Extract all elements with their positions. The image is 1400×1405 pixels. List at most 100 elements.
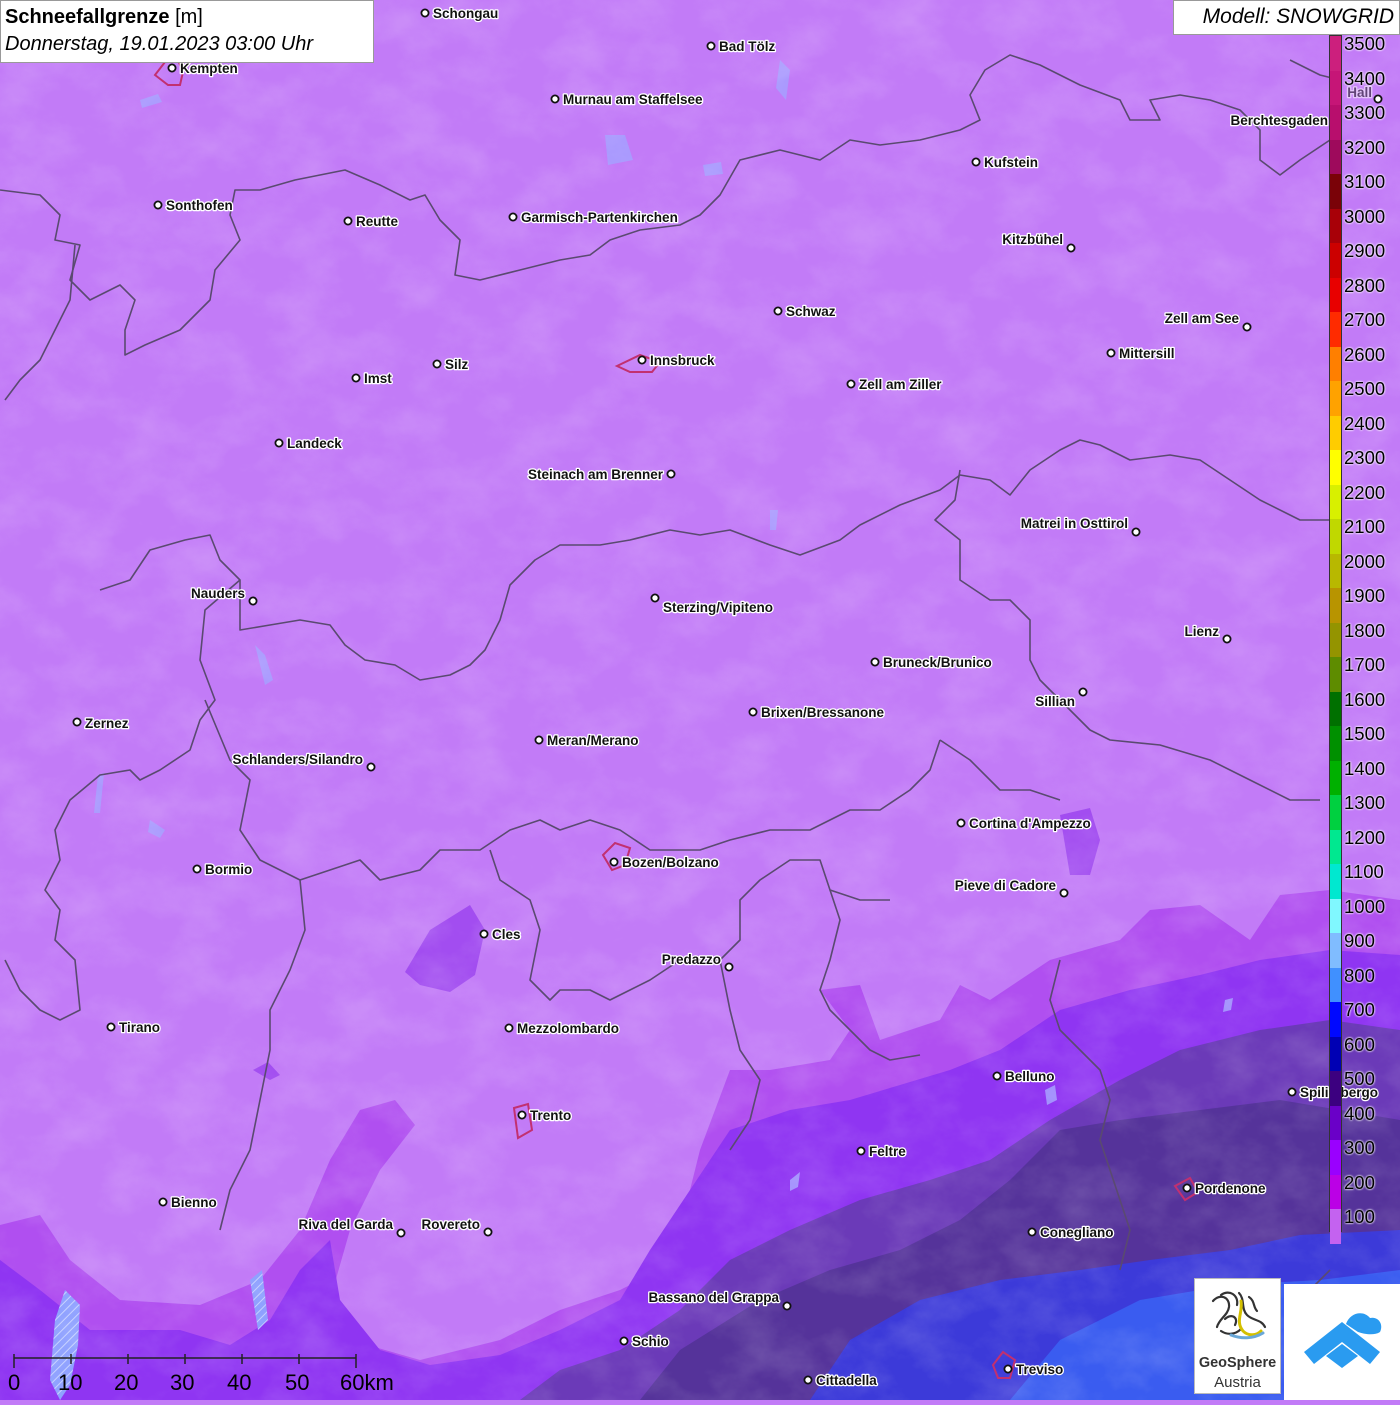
- map-title-parameter: Schneefallgrenze: [5, 6, 170, 28]
- city-marker-icon: [158, 1197, 168, 1207]
- legend-swatch-2100: [1330, 519, 1341, 554]
- city-marker-icon: [420, 8, 430, 18]
- city-label: Mittersill: [1119, 346, 1175, 361]
- legend-label-2900: 2900: [1344, 240, 1386, 261]
- city-label: Pieve di Cadore: [955, 878, 1057, 893]
- legend-label-1900: 1900: [1344, 585, 1386, 606]
- city-marker-icon: [351, 373, 361, 383]
- city-marker-icon: [483, 1227, 493, 1237]
- city-pordenone: Pordenone: [1182, 1180, 1267, 1197]
- legend-colorbar: [1329, 35, 1342, 1244]
- legend-label-500: 500: [1344, 1068, 1375, 1089]
- city-label: Schio: [632, 1334, 669, 1349]
- city-marker-icon: [517, 1110, 527, 1120]
- city-marker-icon: [1059, 888, 1069, 898]
- legend-swatch-3200: [1330, 139, 1341, 175]
- legend-swatch-3400: [1330, 70, 1341, 106]
- city-bruneck-brunico: Bruneck/Brunico: [870, 654, 993, 671]
- city-marker-icon: [619, 1336, 629, 1346]
- city-marker-icon: [1106, 348, 1116, 358]
- city-label: Feltre: [869, 1144, 906, 1159]
- legend-swatch-3500: [1330, 36, 1341, 71]
- city-label: Riva del Garda: [298, 1217, 393, 1232]
- geosphere-logo: GeoSphere Austria: [1194, 1278, 1281, 1394]
- legend-label-1800: 1800: [1344, 619, 1386, 641]
- city-label: Bozen/Bolzano: [622, 855, 719, 870]
- city-marker-icon: [724, 962, 734, 972]
- city-murnau-am-staffelsee: Murnau am Staffelsee: [550, 91, 704, 108]
- city-marker-icon: [192, 864, 202, 874]
- city-mezzolombardo: Mezzolombardo: [504, 1020, 620, 1037]
- city-label: Kitzbühel: [1002, 232, 1063, 247]
- city-cortina-d-ampezzo: Cortina d'Ampezzo: [956, 815, 1092, 832]
- city-zell-am-ziller: Zell am Ziller: [846, 376, 944, 393]
- legend-swatch-100: [1330, 1209, 1341, 1244]
- legend-swatch-1400: [1330, 760, 1341, 796]
- city-cittadella: Cittadella: [803, 1372, 879, 1389]
- legend-swatch-1500: [1330, 726, 1341, 761]
- city-garmisch-partenkirchen: Garmisch-Partenkirchen: [508, 209, 679, 226]
- legend-swatch-400: [1330, 1105, 1341, 1141]
- legend-swatch-1700: [1330, 657, 1341, 692]
- legend-label-3500: 3500: [1344, 33, 1386, 54]
- legend-label-2200: 2200: [1344, 481, 1386, 503]
- legend-swatch-900: [1330, 933, 1341, 968]
- city-label: Reutte: [356, 214, 398, 229]
- city-marker-icon: [508, 212, 518, 222]
- city-label: Murnau am Staffelsee: [563, 92, 703, 107]
- geosphere-emblem-icon: [1211, 1291, 1267, 1340]
- city-label: Nauders: [191, 586, 245, 601]
- city-marker-icon: [1182, 1183, 1192, 1193]
- city-marker-icon: [153, 200, 163, 210]
- city-label: Bienno: [171, 1195, 217, 1210]
- city-marker-icon: [534, 735, 544, 745]
- legend-label-2000: 2000: [1344, 550, 1386, 572]
- city-marker-icon: [870, 657, 880, 667]
- city-marker-icon: [1222, 634, 1232, 644]
- city-label: Mezzolombardo: [517, 1021, 619, 1036]
- city-label: Treviso: [1016, 1362, 1063, 1377]
- city-label: Zell am See: [1165, 311, 1240, 326]
- legend-label-3100: 3100: [1344, 171, 1386, 192]
- city-label: Trento: [530, 1108, 571, 1123]
- city-label: Garmisch-Partenkirchen: [521, 210, 678, 225]
- city-innsbruck: Innsbruck: [637, 352, 716, 369]
- city-brixen-bressanone: Brixen/Bressanone: [748, 704, 886, 721]
- legend-label-2400: 2400: [1344, 412, 1386, 434]
- legend-swatch-1300: [1330, 795, 1341, 830]
- city-label: Bruneck/Brunico: [883, 655, 992, 670]
- legend-label-300: 300: [1344, 1137, 1375, 1158]
- city-label: Matrei in Osttirol: [1021, 516, 1128, 531]
- city-marker-icon: [666, 469, 676, 479]
- city-steinach-am-brenner: Steinach am Brenner: [527, 466, 676, 483]
- city-label: Brixen/Bressanone: [761, 705, 885, 720]
- legend-label-3200: 3200: [1344, 136, 1386, 158]
- city-conegliano: Conegliano: [1027, 1224, 1115, 1241]
- legend-swatch-2000: [1330, 553, 1341, 589]
- legend-label-2100: 2100: [1344, 516, 1386, 537]
- city-marker-icon: [1078, 687, 1088, 697]
- legend-label-3300: 3300: [1344, 102, 1386, 123]
- city-label: Silz: [445, 357, 469, 372]
- city-label: Schongau: [433, 6, 498, 21]
- city-marker-icon: [106, 1022, 116, 1032]
- city-label: Berchtesgaden: [1230, 113, 1328, 128]
- city-label: Belluno: [1005, 1069, 1055, 1084]
- city-marker-icon: [366, 762, 376, 772]
- legend-swatch-3100: [1330, 174, 1341, 209]
- city-schongau: Schongau: [420, 5, 500, 22]
- city-marker-icon: [856, 1146, 866, 1156]
- geosphere-logo-line2: Austria: [1214, 1374, 1261, 1391]
- scale-label-0: 0: [8, 1370, 21, 1395]
- city-label: Steinach am Brenner: [528, 467, 664, 482]
- legend-label-2700: 2700: [1344, 309, 1386, 330]
- city-label: Lienz: [1184, 624, 1219, 639]
- legend-swatch-2500: [1330, 381, 1341, 416]
- city-marker-icon: [1066, 243, 1076, 253]
- legend-label-1300: 1300: [1344, 792, 1386, 813]
- city-label: Meran/Merano: [547, 733, 639, 748]
- legend-label-2500: 2500: [1344, 378, 1386, 399]
- map-datetime: Donnerstag, 19.01.2023 03:00 Uhr: [5, 33, 313, 55]
- legend-swatch-800: [1330, 967, 1341, 1003]
- legend-swatch-1900: [1330, 588, 1341, 623]
